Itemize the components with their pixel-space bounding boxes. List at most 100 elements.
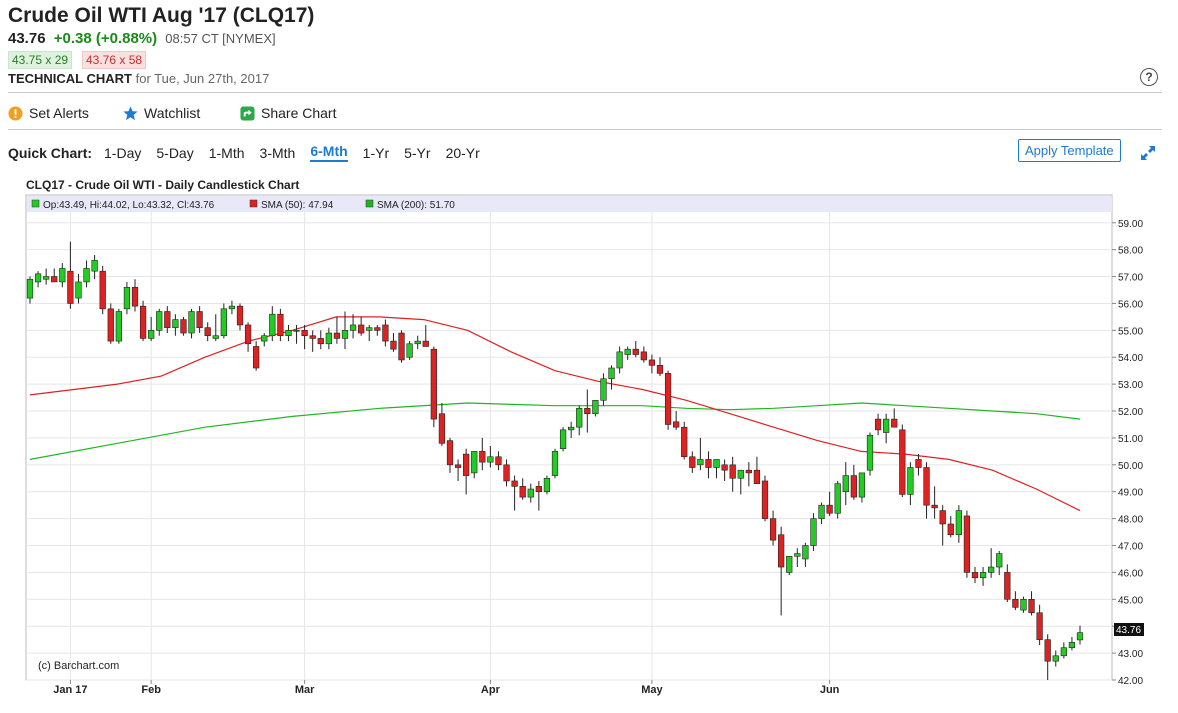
candle-up	[907, 467, 914, 495]
candle-up	[883, 418, 890, 433]
candle-down	[931, 504, 938, 509]
candle-up	[1052, 655, 1059, 662]
x-tick-label: Jan 17	[53, 684, 87, 696]
candle-down	[244, 324, 252, 345]
x-tick-label: Mar	[295, 684, 315, 696]
candle-up	[83, 268, 90, 283]
candlestick-chart: Op:43.49, Hi:44.02, Lo:43.32, Cl:43.76 S…	[25, 194, 1144, 696]
candle-up	[1076, 632, 1084, 641]
candle-down	[107, 308, 114, 342]
x-axis: Jan 17 Feb Mar Apr May Jun	[53, 680, 840, 696]
candle-down	[519, 486, 526, 498]
candle-up	[559, 429, 567, 449]
candle-down	[333, 332, 341, 339]
candle-up	[269, 313, 276, 337]
candle-down	[390, 340, 397, 350]
candle-down	[309, 335, 316, 339]
candle-down	[769, 518, 777, 541]
candle-down	[632, 348, 639, 355]
candle-down	[99, 270, 106, 310]
candle-up	[818, 504, 825, 519]
candle-down	[826, 504, 833, 514]
candle-down	[753, 469, 761, 484]
candle-down	[584, 408, 591, 415]
candle-up	[34, 273, 42, 283]
candle-up	[996, 553, 1003, 568]
candle-down	[874, 418, 882, 431]
candle-down	[891, 418, 898, 428]
candle-up	[59, 268, 66, 283]
candle-up	[600, 378, 607, 401]
candle-down	[648, 359, 656, 366]
candle-down	[656, 365, 664, 374]
candle-up	[988, 566, 995, 573]
candle-down	[681, 426, 688, 458]
candle-down	[204, 327, 211, 337]
candle-down	[454, 464, 462, 468]
candle-down	[131, 287, 139, 307]
candle-down	[479, 451, 486, 463]
y-tick-label: 58.00	[1118, 246, 1143, 257]
candle-up	[172, 319, 179, 328]
candle-down	[430, 348, 437, 420]
candle-up	[616, 351, 623, 369]
candle-down	[422, 340, 429, 347]
candle-down	[51, 276, 58, 283]
candle-up	[568, 426, 575, 431]
candle-down	[1004, 572, 1011, 600]
candle-down	[253, 346, 260, 369]
candle-down	[963, 515, 971, 573]
candle-down	[673, 421, 680, 428]
candle-up	[1068, 642, 1076, 649]
candle-down	[729, 464, 736, 479]
y-tick-label: 46.00	[1118, 568, 1143, 579]
watermark: (c) Barchart.com	[38, 660, 119, 672]
y-tick-label: 52.00	[1118, 407, 1143, 418]
y-tick-label: 49.00	[1118, 488, 1143, 499]
candle-down	[640, 351, 647, 361]
candle-down	[382, 324, 389, 342]
candle-down	[947, 523, 954, 536]
x-tick-label: Jun	[820, 684, 840, 696]
candle-up	[148, 330, 155, 339]
candle-down	[446, 440, 454, 466]
y-tick-label: 47.00	[1118, 542, 1143, 553]
y-tick-label: 55.00	[1118, 326, 1143, 337]
x-tick-label: Apr	[481, 684, 501, 696]
candle-up	[713, 459, 720, 468]
y-tick-label: 43.00	[1118, 649, 1143, 660]
candle-up	[592, 399, 599, 415]
candle-up	[43, 276, 50, 280]
candle-down	[495, 456, 502, 466]
candle-up	[608, 367, 615, 380]
candle-down	[689, 456, 696, 468]
candle-up	[228, 305, 236, 310]
candle-up	[123, 287, 131, 310]
candle-up	[866, 434, 874, 471]
candle-down	[374, 327, 381, 331]
candle-up	[834, 483, 841, 514]
candle-up	[543, 477, 551, 493]
candle-down	[1036, 612, 1043, 640]
candle-down	[139, 305, 147, 339]
candle-up	[624, 348, 631, 355]
candle-down	[317, 338, 324, 345]
candle-up	[471, 451, 478, 474]
candle-down	[761, 480, 769, 519]
x-tick-label: May	[641, 684, 663, 696]
candle-up	[737, 469, 744, 479]
candle-up	[261, 335, 268, 342]
candle-up	[26, 278, 34, 299]
candle-down	[236, 305, 244, 326]
candle-down	[463, 453, 470, 476]
candle-up	[406, 343, 413, 358]
candle-down	[180, 319, 187, 334]
candle-down	[915, 459, 922, 468]
candle-up	[842, 475, 849, 493]
candle-up	[527, 488, 534, 498]
x-tick-label: Feb	[141, 684, 161, 696]
candle-up	[115, 311, 122, 342]
candle-up	[220, 308, 227, 337]
candle-down	[939, 510, 946, 525]
y-tick-label: 42.00	[1118, 676, 1143, 687]
